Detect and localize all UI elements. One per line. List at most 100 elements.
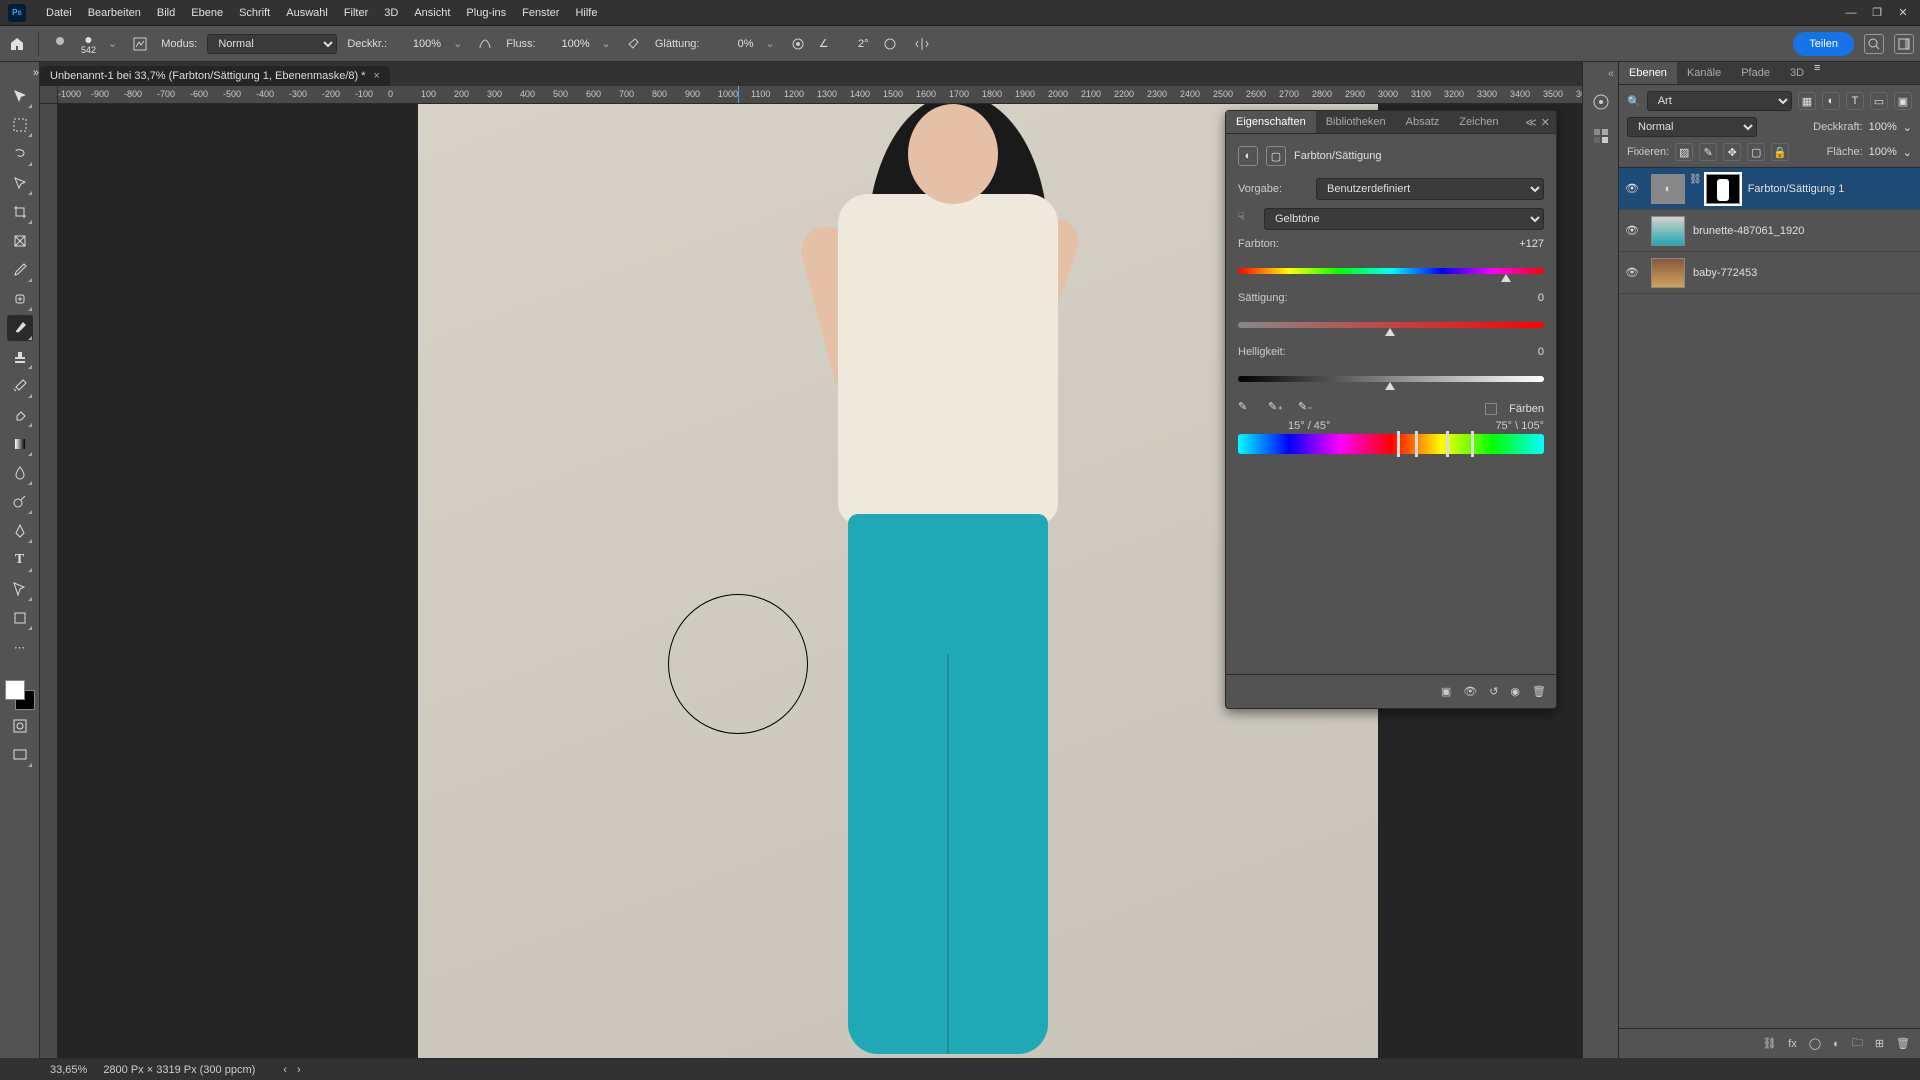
tab-bibliotheken[interactable]: Bibliotheken	[1316, 111, 1396, 133]
lock-nest-icon[interactable]: ▢	[1747, 143, 1765, 161]
marquee-tool[interactable]	[7, 112, 33, 138]
menu-plugins[interactable]: Plug-ins	[458, 7, 514, 19]
pen-tool[interactable]	[7, 518, 33, 544]
angle-value[interactable]: 2°	[839, 38, 869, 50]
layer-blend-select[interactable]: Normal	[1627, 117, 1757, 137]
eyedropper-set-icon[interactable]: ✎	[1238, 400, 1256, 418]
layer-thumbnail[interactable]	[1651, 216, 1685, 246]
opacity-chevron[interactable]: ⌄	[451, 37, 464, 50]
tab-3d[interactable]: 3D	[1780, 62, 1814, 84]
color-panel-icon[interactable]	[1589, 90, 1613, 114]
eraser-tool[interactable]	[7, 402, 33, 428]
hue-range-slider[interactable]	[1238, 434, 1544, 454]
link-icon[interactable]: ⛓	[1689, 174, 1702, 204]
foreground-color[interactable]	[5, 680, 25, 700]
dock-collapse-icon[interactable]: «	[1608, 68, 1618, 80]
group-icon[interactable]: 🗀	[1852, 1034, 1863, 1053]
layer-name[interactable]: baby-772453	[1693, 267, 1757, 279]
opacity-value[interactable]: 100%	[397, 38, 441, 50]
move-tool[interactable]	[7, 83, 33, 109]
layer-mask-thumbnail[interactable]	[1706, 174, 1740, 204]
smoothing-value[interactable]: 0%	[709, 38, 753, 50]
clip-layer-icon[interactable]: ▣	[1441, 685, 1451, 698]
toolbar-collapse-icon[interactable]: »	[0, 66, 39, 80]
channel-select[interactable]: Gelbtöne	[1264, 208, 1544, 230]
layer-filter-kind[interactable]: Art	[1647, 91, 1792, 111]
eyedropper-add-icon[interactable]: ✎₊	[1268, 400, 1286, 418]
pressure-size-icon[interactable]	[879, 33, 901, 55]
selection-tool[interactable]	[7, 170, 33, 196]
brush-preset-chevron[interactable]: ⌄	[106, 37, 119, 50]
view-previous-icon[interactable]: 👁	[1463, 685, 1477, 698]
quickmask-icon[interactable]	[7, 713, 33, 739]
menu-bild[interactable]: Bild	[149, 7, 183, 19]
more-tools-icon[interactable]: ⋯	[7, 634, 33, 660]
hue-slider[interactable]	[1238, 258, 1544, 284]
lock-position-icon[interactable]: ✥	[1723, 143, 1741, 161]
screenmode-icon[interactable]	[7, 742, 33, 768]
airbrush-icon[interactable]	[623, 33, 645, 55]
panel-close-icon[interactable]: ✕	[1541, 116, 1550, 129]
visibility-icon[interactable]: 👁	[1625, 182, 1643, 195]
layer-thumbnail[interactable]	[1651, 258, 1685, 288]
tab-zeichen[interactable]: Zeichen	[1449, 111, 1508, 133]
layer-opacity-value[interactable]: 100%	[1869, 121, 1897, 133]
layer-item[interactable]: 👁 baby-772453	[1619, 252, 1920, 294]
new-layer-icon[interactable]: ⊞	[1875, 1037, 1884, 1050]
toggle-visibility-icon[interactable]: ◉	[1510, 685, 1520, 698]
home-button[interactable]	[6, 33, 28, 55]
blur-tool[interactable]	[7, 460, 33, 486]
delete-adjustment-icon[interactable]: 🗑	[1532, 685, 1546, 698]
fill-value[interactable]: 100%	[1869, 146, 1897, 158]
lock-pixels-icon[interactable]: ✎	[1699, 143, 1717, 161]
brush-preset-picker[interactable]	[49, 33, 71, 55]
adjustment-icon[interactable]: ◐	[1833, 1038, 1840, 1050]
preset-select[interactable]: Benutzerdefiniert	[1316, 178, 1544, 200]
symmetry-icon[interactable]	[911, 33, 933, 55]
tab-pfade[interactable]: Pfade	[1731, 62, 1780, 84]
smoothing-gear-icon[interactable]	[787, 33, 809, 55]
eyedropper-sub-icon[interactable]: ✎₋	[1298, 400, 1316, 418]
window-close-button[interactable]: ✕	[1894, 6, 1912, 20]
fx-icon[interactable]: fx	[1788, 1038, 1797, 1050]
menu-ansicht[interactable]: Ansicht	[406, 7, 458, 19]
path-tool[interactable]	[7, 576, 33, 602]
color-swatch[interactable]	[5, 680, 35, 710]
layer-item[interactable]: 👁 ◐ ⛓ Farbton/Sättigung 1	[1619, 168, 1920, 210]
zoom-level[interactable]: 33,65%	[50, 1064, 87, 1076]
panel-menu-icon[interactable]: ≡	[1814, 62, 1820, 74]
search-icon[interactable]	[1864, 34, 1884, 54]
workspace-switcher-icon[interactable]	[1894, 34, 1914, 54]
shape-tool[interactable]	[7, 605, 33, 631]
dodge-tool[interactable]	[7, 489, 33, 515]
saturation-value[interactable]: 0	[1500, 292, 1544, 304]
lightness-slider[interactable]	[1238, 366, 1544, 392]
window-maximize-button[interactable]: ❐	[1868, 6, 1886, 20]
filter-smart-icon[interactable]: ▣	[1894, 92, 1912, 110]
swatches-panel-icon[interactable]	[1589, 124, 1613, 148]
document-close-icon[interactable]: ×	[374, 70, 380, 82]
lasso-tool[interactable]	[7, 141, 33, 167]
menu-fenster[interactable]: Fenster	[514, 7, 567, 19]
lightness-value[interactable]: 0	[1500, 346, 1544, 358]
visibility-icon[interactable]: 👁	[1625, 266, 1643, 279]
flow-chevron[interactable]: ⌄	[600, 37, 613, 50]
brush-settings-button[interactable]	[129, 33, 151, 55]
pressure-opacity-icon[interactable]	[474, 33, 496, 55]
menu-hilfe[interactable]: Hilfe	[567, 7, 605, 19]
tab-absatz[interactable]: Absatz	[1396, 111, 1450, 133]
layer-thumbnail[interactable]: ◐	[1651, 174, 1685, 204]
layer-item[interactable]: 👁 brunette-487061_1920	[1619, 210, 1920, 252]
gradient-tool[interactable]	[7, 431, 33, 457]
mask-icon[interactable]: ◯	[1809, 1037, 1821, 1050]
share-button[interactable]: Teilen	[1793, 32, 1854, 56]
tab-eigenschaften[interactable]: Eigenschaften	[1226, 111, 1316, 133]
menu-ebene[interactable]: Ebene	[183, 7, 231, 19]
tab-ebenen[interactable]: Ebenen	[1619, 62, 1677, 84]
lock-all-icon[interactable]: 🔒	[1771, 143, 1789, 161]
eyedropper-tool[interactable]	[7, 257, 33, 283]
ruler-corner[interactable]	[40, 86, 58, 104]
menu-datei[interactable]: Datei	[38, 7, 80, 19]
saturation-slider[interactable]	[1238, 312, 1544, 338]
filter-pixel-icon[interactable]: ▦	[1798, 92, 1816, 110]
